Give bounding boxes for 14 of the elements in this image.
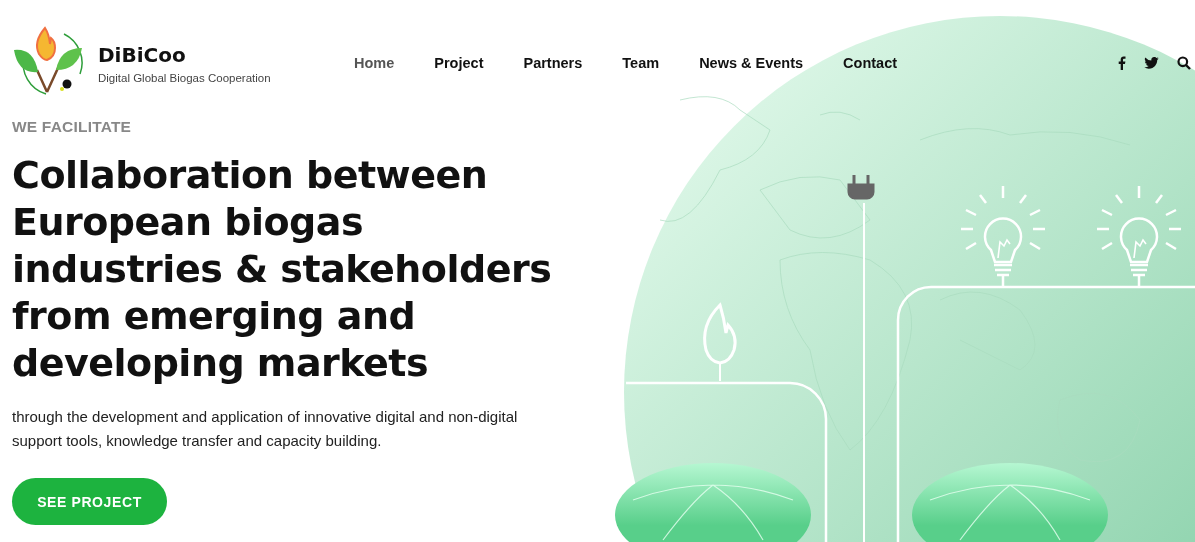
- nav-link[interactable]: News & Events: [679, 51, 824, 75]
- nav-link[interactable]: Home: [334, 51, 415, 75]
- hero-text: through the development and application of innovative digital and non-digital support tools, knowledge transfer and capacity building.: [12, 407, 519, 451]
- search-icon[interactable]: [1177, 56, 1191, 70]
- twitter-icon[interactable]: [1144, 57, 1159, 69]
- facebook-icon[interactable]: [1118, 56, 1126, 70]
- site-tagline: Digital Global Biogas Cooperation: [98, 71, 271, 84]
- site-name: DiBiCoo: [98, 42, 187, 67]
- eyebrow-text: WE FACILITATE: [12, 118, 133, 136]
- nav-link[interactable]: Project: [414, 51, 504, 75]
- nav-link[interactable]: Partners: [503, 51, 603, 75]
- hero-heading: Collaboration between European biogas industries & stakeholders from emerging and developing markets: [12, 152, 553, 387]
- nav-link[interactable]: Contact: [823, 51, 918, 75]
- nav-link[interactable]: Team: [602, 51, 680, 75]
